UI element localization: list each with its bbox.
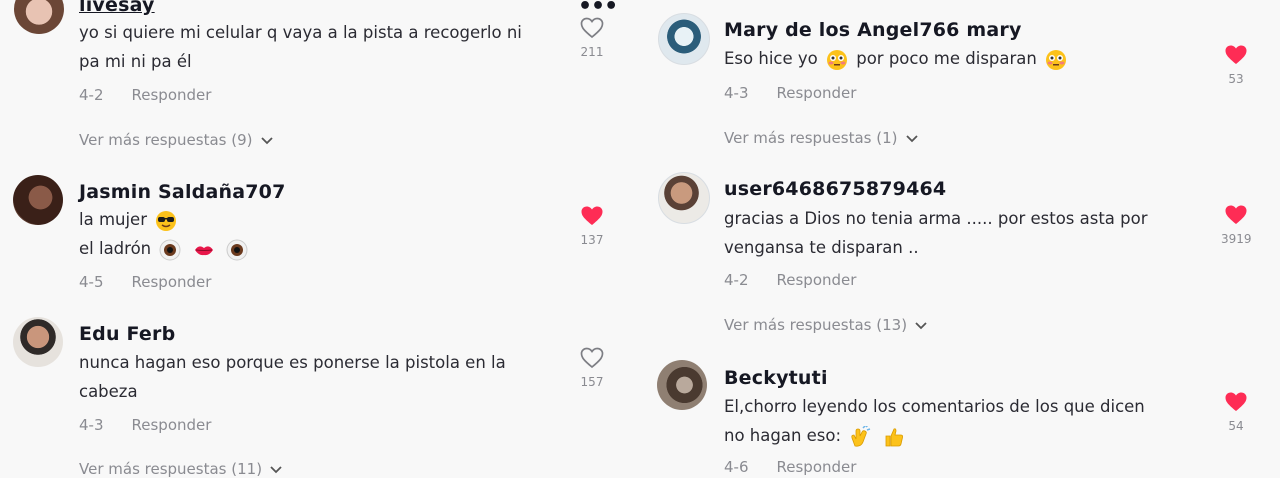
reply-button[interactable]: Responder bbox=[777, 458, 857, 476]
comment-text-line: el ladrón bbox=[79, 234, 251, 263]
comment-text-line: Eso hice yo por poco me disparan bbox=[724, 44, 1070, 73]
like-count: 53 bbox=[1228, 72, 1244, 86]
comment-author[interactable]: Beckytuti bbox=[724, 367, 828, 389]
comment-date: 4-6 bbox=[724, 458, 749, 476]
comment-text-line: cabeza bbox=[79, 382, 138, 401]
like-button[interactable]: 53 bbox=[1221, 44, 1251, 86]
sunglasses-emoji-icon bbox=[156, 210, 177, 231]
comment-text-line: yo si quiere mi celular q vaya a la pist… bbox=[79, 23, 522, 42]
like-count: 137 bbox=[580, 233, 604, 247]
flushed-emoji-icon bbox=[826, 49, 847, 70]
comment-date: 4-5 bbox=[79, 273, 104, 291]
like-button[interactable]: 211 bbox=[577, 17, 607, 59]
comment-text-line: la mujer bbox=[79, 205, 180, 234]
comment-meta: 4-3 Responder bbox=[79, 416, 211, 434]
comment-date: 4-3 bbox=[724, 84, 749, 102]
view-more-replies[interactable]: Ver más respuestas (1) bbox=[724, 129, 918, 147]
heart-outline-icon bbox=[580, 347, 604, 369]
like-button[interactable]: 3919 bbox=[1221, 204, 1252, 246]
reply-button[interactable]: Responder bbox=[132, 273, 212, 291]
chevron-down-icon bbox=[270, 465, 282, 473]
flushed-emoji-icon bbox=[1046, 49, 1067, 70]
view-more-label: Ver más respuestas (11) bbox=[79, 460, 263, 478]
chevron-down-icon bbox=[260, 136, 273, 144]
comment-text-line: pa mi ni pa él bbox=[79, 52, 192, 71]
like-count: 3919 bbox=[1221, 232, 1252, 246]
comment-author[interactable]: Mary de los Angel766 mary bbox=[724, 19, 1022, 41]
comment-author[interactable]: Edu Ferb bbox=[79, 323, 175, 345]
view-more-replies[interactable]: Ver más respuestas (9) bbox=[79, 131, 273, 149]
reply-button[interactable]: Responder bbox=[132, 416, 212, 434]
view-more-label: Ver más respuestas (9) bbox=[79, 131, 253, 149]
comment-text: la mujer bbox=[79, 210, 147, 229]
comment-text-line: nunca hagan eso porque es ponerse la pis… bbox=[79, 353, 506, 372]
heart-filled-icon bbox=[1225, 45, 1247, 64]
view-more-label: Ver más respuestas (13) bbox=[724, 316, 908, 334]
heart-filled-icon bbox=[1225, 392, 1247, 411]
view-more-label: Ver más respuestas (1) bbox=[724, 129, 898, 147]
comment-meta: 4-2 Responder bbox=[724, 271, 856, 289]
avatar[interactable] bbox=[658, 172, 710, 224]
comment-text: no hagan eso: bbox=[724, 426, 842, 445]
reply-button[interactable]: Responder bbox=[777, 84, 857, 102]
comment-text-line: El,chorro leyendo los comentarios de los… bbox=[724, 397, 1145, 416]
eye-emoji-icon bbox=[226, 239, 248, 260]
like-button[interactable]: 54 bbox=[1221, 391, 1251, 433]
comment-meta: 4-5 Responder bbox=[79, 273, 211, 291]
reply-button[interactable]: Responder bbox=[132, 86, 212, 104]
reply-button[interactable]: Responder bbox=[777, 271, 857, 289]
comment-text-line: vengansa te disparan .. bbox=[724, 238, 919, 257]
comment-meta: 4-2 Responder bbox=[79, 86, 211, 104]
like-count: 157 bbox=[580, 375, 604, 389]
like-button[interactable]: 157 bbox=[577, 347, 607, 389]
chevron-down-icon bbox=[915, 321, 927, 329]
eye-emoji-icon bbox=[159, 239, 181, 260]
comment-date: 4-2 bbox=[79, 86, 104, 104]
like-count: 54 bbox=[1228, 419, 1244, 433]
comment-author[interactable]: livesay bbox=[79, 0, 155, 16]
lips-emoji-icon bbox=[194, 245, 213, 255]
comment-date: 4-2 bbox=[724, 271, 749, 289]
clapping-hands-emoji-icon bbox=[851, 425, 871, 447]
like-button[interactable]: 137 bbox=[577, 205, 607, 247]
comment-author[interactable]: user6468675879464 bbox=[724, 178, 946, 200]
avatar[interactable] bbox=[658, 13, 710, 65]
comment-text: el ladrón bbox=[79, 239, 152, 258]
comment-text-line: no hagan eso: bbox=[724, 421, 908, 450]
comment-text: por poco me disparan bbox=[856, 49, 1037, 68]
heart-filled-icon bbox=[1225, 205, 1247, 224]
view-more-replies[interactable]: Ver más respuestas (13) bbox=[724, 316, 927, 334]
comment-author[interactable]: Jasmin Saldaña707 bbox=[79, 181, 286, 203]
heart-outline-icon bbox=[580, 17, 604, 39]
comment-text: Eso hice yo bbox=[724, 49, 818, 68]
chevron-down-icon bbox=[905, 134, 918, 142]
heart-filled-icon bbox=[581, 206, 603, 225]
comment-meta: 4-3 Responder bbox=[724, 84, 856, 102]
comment-meta: 4-6 Responder bbox=[724, 458, 856, 476]
avatar[interactable] bbox=[13, 317, 63, 367]
avatar[interactable] bbox=[13, 175, 63, 225]
comment-date: 4-3 bbox=[79, 416, 104, 434]
comment-text-line: gracias a Dios no tenia arma ..... por e… bbox=[724, 209, 1148, 228]
like-count: 211 bbox=[580, 45, 604, 59]
avatar[interactable] bbox=[14, 0, 64, 34]
view-more-replies[interactable]: Ver más respuestas (11) bbox=[79, 460, 282, 478]
avatar[interactable] bbox=[657, 360, 707, 410]
thumbs-up-emoji-icon bbox=[885, 427, 903, 446]
